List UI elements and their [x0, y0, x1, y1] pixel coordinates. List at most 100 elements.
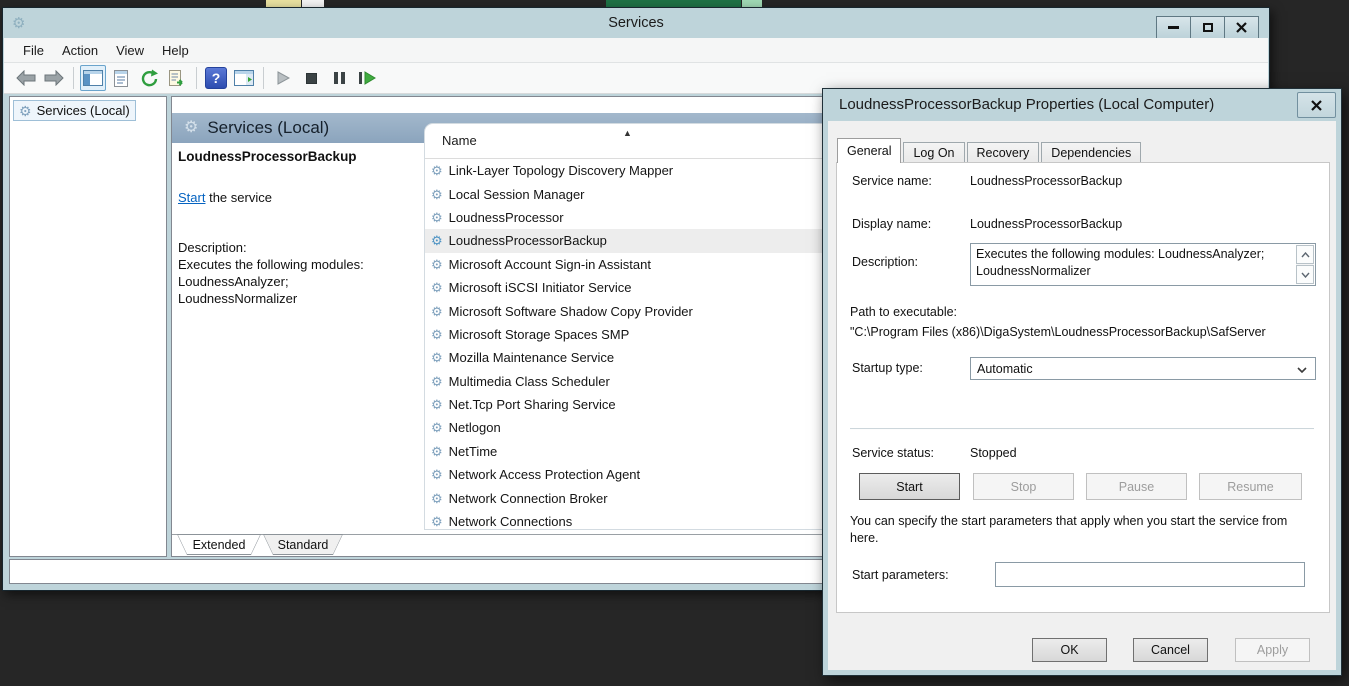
path-value: "C:\Program Files (x86)\DigaSystem\Loudn… [850, 325, 1266, 339]
service-name-value: LoudnessProcessorBackup [970, 174, 1122, 188]
menu-file[interactable]: File [14, 40, 53, 61]
console-tree-icon [83, 70, 103, 86]
gear-icon: ⚙ [431, 164, 443, 177]
service-name: Microsoft Account Sign-in Assistant [449, 257, 651, 272]
display-name-label: Display name: [852, 217, 931, 231]
tab-log-on[interactable]: Log On [903, 142, 964, 163]
titlebar[interactable]: ⚙ Services [3, 8, 1269, 38]
background-window-fragment [302, 0, 324, 7]
start-parameters-hint: You can specify the start parameters tha… [850, 513, 1308, 547]
dialog-title: LoudnessProcessorBackup Properties (Loca… [839, 96, 1214, 113]
refresh-button[interactable] [136, 65, 162, 91]
minimize-button[interactable] [1156, 16, 1191, 39]
gear-icon: ⚙ [431, 375, 443, 388]
gear-icon: ⚙ [431, 398, 443, 411]
gear-icon: ⚙ [431, 468, 443, 481]
apply-button[interactable]: Apply [1235, 638, 1310, 662]
gear-icon: ⚙ [431, 281, 443, 294]
chevron-down-icon [1297, 367, 1307, 373]
gear-icon: ⚙ [184, 120, 198, 136]
cancel-button[interactable]: Cancel [1133, 638, 1208, 662]
sort-ascending-icon: ▲ [623, 128, 632, 138]
gear-icon: ⚙ [431, 515, 443, 528]
column-name-label: Name [442, 133, 477, 148]
pause-button[interactable]: Pause [1086, 473, 1187, 500]
show-action-pane-button[interactable] [231, 65, 257, 91]
tree-item-services-local[interactable]: ⚙ Services (Local) [13, 100, 136, 121]
pause-service-button[interactable] [326, 65, 352, 91]
gear-icon: ⚙ [431, 421, 443, 434]
tab-standard[interactable]: Standard [263, 534, 343, 555]
ok-button[interactable]: OK [1032, 638, 1107, 662]
forward-icon [44, 70, 64, 86]
gear-icon: ⚙ [431, 211, 443, 224]
pause-icon [334, 72, 345, 84]
help-icon: ? [205, 67, 227, 89]
dialog-titlebar[interactable]: LoudnessProcessorBackup Properties (Loca… [823, 89, 1341, 121]
scroll-down-button[interactable] [1296, 265, 1314, 284]
restart-icon [359, 71, 376, 85]
service-name: Multimedia Class Scheduler [449, 374, 610, 389]
tab-extended[interactable]: Extended [177, 534, 261, 555]
service-name: Local Session Manager [449, 187, 585, 202]
background-window-fragment [266, 0, 301, 7]
gear-icon: ⚙ [19, 104, 32, 118]
scroll-up-button[interactable] [1296, 245, 1314, 264]
stop-button[interactable]: Stop [973, 473, 1074, 500]
start-parameters-label: Start parameters: [852, 568, 949, 582]
service-name: Microsoft Software Shadow Copy Provider [449, 304, 693, 319]
start-service-button[interactable] [270, 65, 296, 91]
start-parameters-input[interactable] [995, 562, 1305, 587]
dialog-close-button[interactable] [1297, 92, 1336, 118]
resume-button[interactable]: Resume [1199, 473, 1302, 500]
service-status-label: Service status: [852, 446, 934, 460]
export-list-button[interactable] [164, 65, 190, 91]
description-textbox[interactable]: Executes the following modules: Loudness… [970, 243, 1316, 286]
service-name: Net.Tcp Port Sharing Service [449, 397, 616, 412]
gear-icon: ⚙ [431, 492, 443, 505]
forward-button[interactable] [41, 65, 67, 91]
show-console-tree-button[interactable] [80, 65, 106, 91]
console-tree-panel: ⚙ Services (Local) [9, 96, 167, 557]
service-name: Network Connection Broker [449, 491, 608, 506]
service-name: Mozilla Maintenance Service [449, 350, 614, 365]
display-name-value: LoudnessProcessorBackup [970, 217, 1122, 231]
close-icon [1311, 100, 1322, 111]
description-text: Executes the following modules: Loudness… [976, 247, 1264, 278]
path-label: Path to executable: [850, 305, 957, 319]
menu-action[interactable]: Action [53, 40, 107, 61]
tab-recovery[interactable]: Recovery [967, 142, 1040, 163]
menu-bar: File Action View Help [4, 38, 1268, 63]
service-name: Microsoft iSCSI Initiator Service [449, 280, 632, 295]
refresh-icon [140, 69, 158, 87]
stop-icon [306, 73, 317, 84]
maximize-button[interactable] [1190, 16, 1225, 39]
back-button[interactable] [13, 65, 39, 91]
menu-view[interactable]: View [107, 40, 153, 61]
service-name-label: Service name: [852, 174, 932, 188]
export-list-icon [168, 70, 187, 87]
tree-item-label: Services (Local) [37, 103, 130, 118]
properties-icon [113, 70, 129, 87]
menu-help[interactable]: Help [153, 40, 198, 61]
tab-general[interactable]: General [837, 138, 901, 163]
stop-service-button[interactable] [298, 65, 324, 91]
start-service-link[interactable]: Start [178, 190, 205, 205]
toolbar-separator [196, 67, 197, 89]
desktop-background: ⚙ Services File Action View Help [0, 0, 1349, 686]
gear-icon: ⚙ [431, 234, 443, 247]
tab-dependencies[interactable]: Dependencies [1041, 142, 1141, 163]
startup-type-dropdown[interactable]: Automatic [970, 357, 1316, 380]
service-description: Description: Executes the following modu… [178, 239, 418, 308]
start-button[interactable]: Start [859, 473, 960, 500]
properties-button[interactable] [108, 65, 134, 91]
startup-type-value: Automatic [977, 362, 1033, 376]
gear-icon: ⚙ [431, 258, 443, 271]
restart-service-button[interactable] [354, 65, 380, 91]
help-button[interactable]: ? [203, 65, 229, 91]
action-pane-icon [234, 70, 254, 86]
close-button[interactable] [1224, 16, 1259, 39]
chevron-down-icon [1301, 272, 1310, 278]
maximize-icon [1203, 23, 1213, 32]
toolbar-separator [263, 67, 264, 89]
